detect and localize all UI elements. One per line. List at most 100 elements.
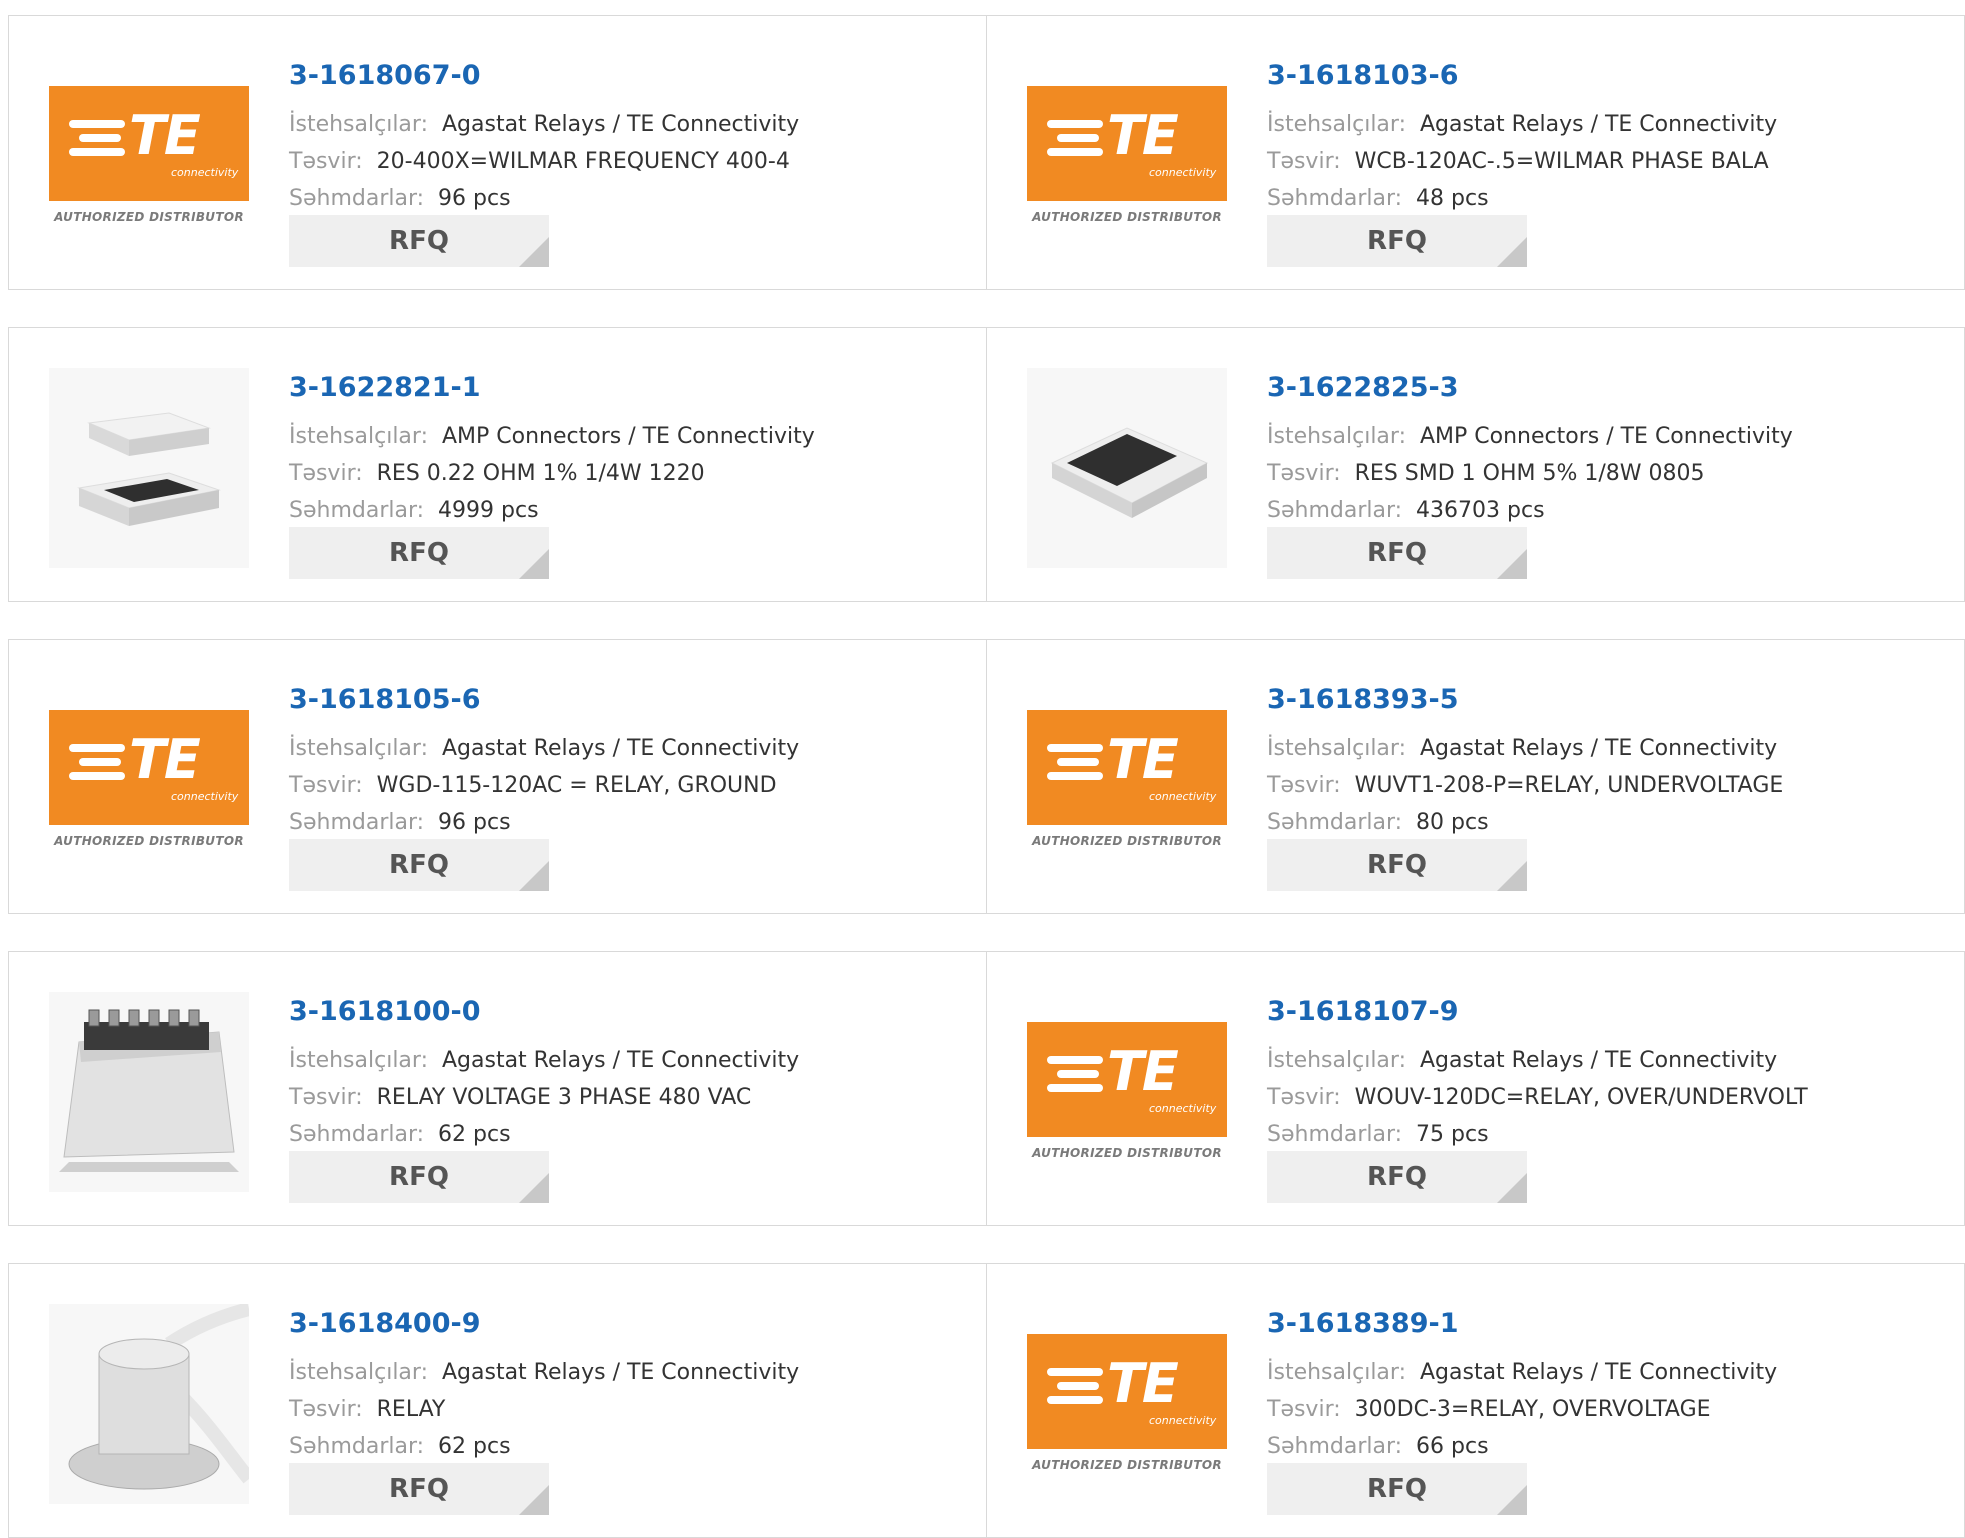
logo-bar	[1057, 1382, 1099, 1390]
rfq-button[interactable]: RFQ	[289, 215, 549, 267]
stock-value: 62 pcs	[438, 1122, 511, 1147]
rfq-button[interactable]: RFQ	[289, 1463, 549, 1515]
logo-background: TE connectivity	[49, 86, 249, 201]
description-label: Təsvir:	[289, 1397, 363, 1422]
manufacturer-label: İstehsalçılar:	[289, 736, 428, 761]
te-bars-icon	[1047, 1368, 1103, 1404]
part-number-link[interactable]: 3-1618105-6	[289, 684, 481, 715]
corner-triangle-icon	[519, 1485, 549, 1515]
logo-brand-sub: connectivity	[171, 790, 239, 803]
description-value: RELAY	[376, 1397, 446, 1422]
stock-value: 436703 pcs	[1416, 498, 1545, 523]
description-row: Təsvir: RES 0.22 OHM 1% 1/4W 1220	[289, 461, 705, 486]
manufacturer-label: İstehsalçılar:	[1267, 424, 1406, 449]
logo-brand-text: TE	[129, 728, 201, 791]
part-number-link[interactable]: 3-1618100-0	[289, 996, 481, 1027]
manufacturer-row: İstehsalçılar: Agastat Relays / TE Connec…	[1267, 112, 1777, 137]
logo-bar	[69, 120, 125, 128]
logo-brand-text: TE	[1107, 728, 1179, 791]
description-label: Təsvir:	[1267, 1397, 1341, 1422]
manufacturer-label: İstehsalçılar:	[1267, 112, 1406, 137]
description-value: 20-400X=WILMAR FREQUENCY 400-4	[376, 149, 790, 174]
rfq-button[interactable]: RFQ	[289, 1151, 549, 1203]
te-bars-icon	[1047, 1056, 1103, 1092]
manufacturer-row: İstehsalçılar: Agastat Relays / TE Connec…	[289, 736, 799, 761]
logo-bar	[1057, 758, 1099, 766]
logo-background: TE connectivity	[1027, 1334, 1227, 1449]
manufacturer-row: İstehsalçılar: Agastat Relays / TE Connec…	[1267, 736, 1777, 761]
rfq-button[interactable]: RFQ	[1267, 1151, 1527, 1203]
rfq-button[interactable]: RFQ	[1267, 527, 1527, 579]
logo-brand-text: TE	[1107, 104, 1179, 167]
logo-bar	[79, 134, 121, 142]
logo-background: TE connectivity	[1027, 1022, 1227, 1137]
description-label: Təsvir:	[289, 149, 363, 174]
description-value: RELAY VOLTAGE 3 PHASE 480 VAC	[376, 1085, 752, 1110]
relay-box-image	[49, 992, 249, 1192]
corner-triangle-icon	[519, 861, 549, 891]
description-row: Təsvir: 300DC-3=RELAY, OVERVOLTAGE	[1267, 1397, 1711, 1422]
rfq-button-label: RFQ	[389, 226, 449, 256]
product-card: 3-1622821-1 İstehsalçılar: AMP Connectors …	[8, 327, 987, 602]
part-number-link[interactable]: 3-1618107-9	[1267, 996, 1459, 1027]
logo-brand-text: TE	[1107, 1040, 1179, 1103]
manufacturer-row: İstehsalçılar: Agastat Relays / TE Connec…	[1267, 1360, 1777, 1385]
stock-row: Səhmdarlar: 66 pcs	[1267, 1434, 1489, 1459]
description-row: Təsvir: RELAY VOLTAGE 3 PHASE 480 VAC	[289, 1085, 751, 1110]
rfq-button[interactable]: RFQ	[1267, 215, 1527, 267]
manufacturer-label: İstehsalçılar:	[1267, 1048, 1406, 1073]
rfq-button[interactable]: RFQ	[289, 839, 549, 891]
description-value: 300DC-3=RELAY, OVERVOLTAGE	[1354, 1397, 1711, 1422]
cylinder-relay-image	[49, 1304, 249, 1504]
rfq-button-label: RFQ	[389, 1162, 449, 1192]
manufacturer-row: İstehsalçılar: Agastat Relays / TE Connec…	[289, 1360, 799, 1385]
description-row: Təsvir: 20-400X=WILMAR FREQUENCY 400-4	[289, 149, 790, 174]
te-bars-icon	[69, 120, 125, 156]
manufacturer-row: İstehsalçılar: Agastat Relays / TE Connec…	[1267, 1048, 1777, 1073]
rfq-button-label: RFQ	[1367, 226, 1427, 256]
te-bars-icon	[69, 744, 125, 780]
manufacturer-value: Agastat Relays / TE Connectivity	[1419, 1360, 1778, 1385]
stock-row: Səhmdarlar: 48 pcs	[1267, 186, 1489, 211]
rfq-button[interactable]: RFQ	[1267, 1463, 1527, 1515]
logo-background: TE connectivity	[1027, 86, 1227, 201]
stock-row: Səhmdarlar: 80 pcs	[1267, 810, 1489, 835]
part-number-link[interactable]: 3-1618393-5	[1267, 684, 1459, 715]
rfq-button-label: RFQ	[1367, 1474, 1427, 1504]
stock-label: Səhmdarlar:	[1267, 1434, 1403, 1459]
part-number-link[interactable]: 3-1618067-0	[289, 60, 481, 91]
description-value: WGD-115-120AC = RELAY, GROUND	[376, 773, 777, 798]
part-number-link[interactable]: 3-1622821-1	[289, 372, 481, 403]
stock-label: Səhmdarlar:	[289, 1122, 425, 1147]
te-bars-icon	[1047, 744, 1103, 780]
part-number-link[interactable]: 3-1618400-9	[289, 1308, 481, 1339]
description-label: Təsvir:	[289, 461, 363, 486]
manufacturer-value: Agastat Relays / TE Connectivity	[1419, 112, 1778, 137]
rfq-button[interactable]: RFQ	[289, 527, 549, 579]
manufacturer-value: Agastat Relays / TE Connectivity	[1419, 736, 1778, 761]
part-number-link[interactable]: 3-1618389-1	[1267, 1308, 1459, 1339]
stock-label: Səhmdarlar:	[289, 186, 425, 211]
stock-label: Səhmdarlar:	[289, 810, 425, 835]
stock-label: Səhmdarlar:	[289, 1434, 425, 1459]
rfq-button[interactable]: RFQ	[1267, 839, 1527, 891]
manufacturer-label: İstehsalçılar:	[289, 1360, 428, 1385]
te-bars-icon	[1047, 120, 1103, 156]
product-card: 3-1618400-9 İstehsalçılar: Agastat Relays …	[8, 1263, 987, 1538]
manufacturer-label: İstehsalçılar:	[1267, 1360, 1406, 1385]
description-row: Təsvir: WGD-115-120AC = RELAY, GROUND	[289, 773, 777, 798]
part-number-link[interactable]: 3-1622825-3	[1267, 372, 1459, 403]
description-row: Təsvir: RELAY	[289, 1397, 445, 1422]
stock-value: 96 pcs	[438, 186, 511, 211]
logo-brand-text: TE	[129, 104, 201, 167]
logo-bar	[1047, 120, 1103, 128]
manufacturer-value: AMP Connectors / TE Connectivity	[1419, 424, 1793, 449]
stock-row: Səhmdarlar: 96 pcs	[289, 810, 511, 835]
description-label: Təsvir:	[1267, 149, 1341, 174]
stock-value: 62 pcs	[438, 1434, 511, 1459]
te-connectivity-logo: TE connectivity AUTHORIZED DISTRIBUTOR	[49, 710, 249, 850]
te-connectivity-logo: TE connectivity AUTHORIZED DISTRIBUTOR	[1027, 710, 1227, 850]
logo-bar	[1047, 1368, 1103, 1376]
part-number-link[interactable]: 3-1618103-6	[1267, 60, 1459, 91]
description-value: WOUV-120DC=RELAY, OVER/UNDERVOLT	[1354, 1085, 1808, 1110]
